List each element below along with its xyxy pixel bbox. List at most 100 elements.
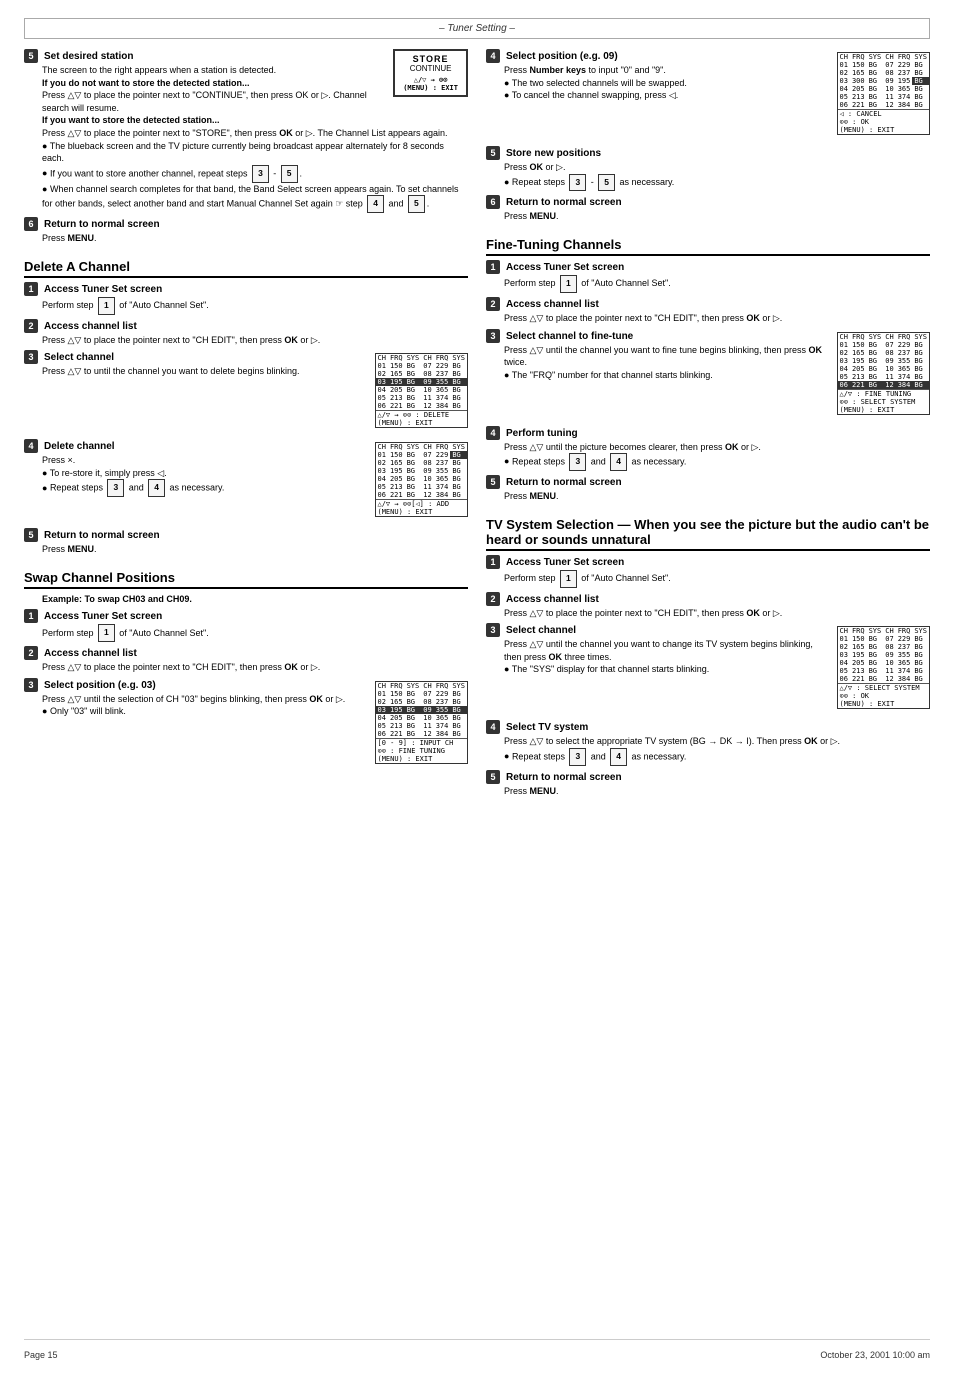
fine-step2-body: Press △▽ to place the pointer next to "C… xyxy=(504,312,930,325)
fine-tuning-title: Fine-Tuning Channels xyxy=(486,237,930,256)
delete-step4: CHFRQSYSCHFRQSYS 01150BG07229BG 02165BG0… xyxy=(24,439,468,524)
delete-step1-text: Perform step 1 of "Auto Channel Set". xyxy=(42,300,209,310)
delete-step3: CHFRQSYSCHFRQSYS 01150BG07229BG 02165BG0… xyxy=(24,350,468,435)
page-date: October 23, 2001 10:00 am xyxy=(820,1350,930,1360)
right-step5-body: Press OK or ▷. ● Repeat steps 3 - 5 as n… xyxy=(504,161,930,191)
delete-step2-body: Press △▽ to place the pointer next to "C… xyxy=(42,334,468,347)
right-step5-text: Press OK or ▷. xyxy=(504,162,565,172)
swap-step1-body: Perform step 1 of "Auto Channel Set". xyxy=(42,624,468,642)
swap-step1-text: Perform step 1 of "Auto Channel Set". xyxy=(42,628,209,638)
tv-step4-bullets: Repeat steps 3 and 4 as necessary. xyxy=(504,748,930,766)
swap-example: Example: To swap CH03 and CH09. xyxy=(42,593,468,606)
tv-step4-title: Select TV system xyxy=(506,722,588,733)
store-screen-box: STORE CONTINUE △/▽ → ⊙⊙(MENU) : EXIT xyxy=(393,49,468,100)
step6-num: 6 xyxy=(24,217,38,231)
tv-step5-body: Press MENU. xyxy=(504,785,930,798)
delete-step5-num: 5 xyxy=(24,528,38,542)
swap-step2-header: 2 Access channel list xyxy=(24,646,468,660)
delete-step5: 5 Return to normal screen Press MENU. xyxy=(24,528,468,556)
page-header: – Tuner Setting – xyxy=(24,18,930,39)
fine-step2-text: Press △▽ to place the pointer next to "C… xyxy=(504,313,782,323)
tv-screen1: CHFRQSYSCHFRQSYS 01150BG07229BG 02165BG0… xyxy=(837,623,931,712)
delete-step2-text: Press △▽ to place the pointer next to "C… xyxy=(42,335,320,345)
delete-step5-header: 5 Return to normal screen xyxy=(24,528,468,542)
page: – Tuner Setting – STORE CONTINUE △/▽ → ⊙… xyxy=(0,0,954,1378)
left-column: STORE CONTINUE △/▽ → ⊙⊙(MENU) : EXIT 5 S… xyxy=(24,49,468,1339)
right-step6-title: Return to normal screen xyxy=(506,197,622,208)
right-step4-select-pos: CHFRQSYSCHFRQSYS 01150BG07229BG 02165BG0… xyxy=(486,49,930,142)
swap-step3: CHFRQSYSCHFRQSYS 01150BG07229BG 02165BG0… xyxy=(24,678,468,771)
step5-num: 5 xyxy=(24,49,38,63)
step5-if-want-text: Press △▽ to place the pointer next to "S… xyxy=(42,128,448,138)
right-column: CHFRQSYSCHFRQSYS 01150BG07229BG 02165BG0… xyxy=(486,49,930,1339)
delete-step1-body: Perform step 1 of "Auto Channel Set". xyxy=(42,297,468,315)
tv-step3-text: Press △▽ until the channel you want to c… xyxy=(504,639,813,662)
tv-step4-body: Press △▽ to select the appropriate TV sy… xyxy=(504,735,930,765)
tv-step2-header: 2 Access channel list xyxy=(486,592,930,606)
tv-step3-num: 3 xyxy=(486,623,500,637)
fine-screen1: CHFRQSYSCHFRQSYS 01150BG07229BG 02165BG0… xyxy=(837,329,931,418)
delete-step3-header: 3 Select channel xyxy=(24,350,367,364)
tv-step2: 2 Access channel list Press △▽ to place … xyxy=(486,592,930,620)
tv-step4: 4 Select TV system Press △▽ to select th… xyxy=(486,720,930,765)
fine-step2-title: Access channel list xyxy=(506,299,599,310)
swap-step3-num: 3 xyxy=(24,678,38,692)
delete-step3-text: Press △▽ to until the channel you want t… xyxy=(42,366,300,376)
tv-step5-header: 5 Return to normal screen xyxy=(486,770,930,784)
delete-step4-header: 4 Delete channel xyxy=(24,439,367,453)
tv-step5-title: Return to normal screen xyxy=(506,772,622,783)
right-step6-body: Press MENU. xyxy=(504,210,930,223)
step5-desc: The screen to the right appears when a s… xyxy=(42,65,276,75)
tv-system-title: TV System Selection — When you see the p… xyxy=(486,517,930,551)
delete-step2-num: 2 xyxy=(24,319,38,333)
delete-step1-header: 1 Access Tuner Set screen xyxy=(24,282,468,296)
right-step5-header: 5 Store new positions xyxy=(486,146,930,160)
tv-step1-header: 1 Access Tuner Set screen xyxy=(486,555,930,569)
swap-step1-num: 1 xyxy=(24,609,38,623)
swap-step2: 2 Access channel list Press △▽ to place … xyxy=(24,646,468,674)
swap-step3-header: 3 Select position (e.g. 03) xyxy=(24,678,367,692)
delete-step5-body: Press MENU. xyxy=(42,543,468,556)
tv-step3-header: 3 Select channel xyxy=(486,623,829,637)
delete-screen2: CHFRQSYSCHFRQSYS 01150BG07229BG 02165BG0… xyxy=(375,439,469,520)
swap-channel-title: Swap Channel Positions xyxy=(24,570,468,589)
tv-step4-num: 4 xyxy=(486,720,500,734)
right-step4-header: 4 Select position (e.g. 09) xyxy=(486,49,829,63)
right-step6-text: Press MENU. xyxy=(504,211,559,221)
fine-step4-bullet1: Repeat steps 3 and 4 as necessary. xyxy=(504,453,930,471)
tv-step1-title: Access Tuner Set screen xyxy=(506,557,624,568)
fine-step4-num: 4 xyxy=(486,426,500,440)
right-step5-num: 5 xyxy=(486,146,500,160)
delete-step1: 1 Access Tuner Set screen Perform step 1… xyxy=(24,282,468,315)
fine-step4-title: Perform tuning xyxy=(506,428,578,439)
right-step5-store: 5 Store new positions Press OK or ▷. ● R… xyxy=(486,146,930,191)
tv-step2-text: Press △▽ to place the pointer next to "C… xyxy=(504,608,782,618)
swap-step2-title: Access channel list xyxy=(44,648,137,659)
fine-step5-body: Press MENU. xyxy=(504,490,930,503)
fine-step5-header: 5 Return to normal screen xyxy=(486,475,930,489)
step5-title: Set desired station xyxy=(44,51,133,62)
right-step6-return: 6 Return to normal screen Press MENU. xyxy=(486,195,930,223)
fine-step1: 1 Access Tuner Set screen Perform step 1… xyxy=(486,260,930,293)
fine-step1-body: Perform step 1 of "Auto Channel Set". xyxy=(504,275,930,293)
fine-step4-body: Press △▽ until the picture becomes clear… xyxy=(504,441,930,471)
swap-example-text: Example: To swap CH03 and CH09. xyxy=(42,594,192,604)
step5-header: 5 Set desired station xyxy=(24,49,385,63)
right-step4-text: Press Number keys to input "0" and "9". xyxy=(504,65,666,75)
delete-channel-title: Delete A Channel xyxy=(24,259,468,278)
delete-step4-text: Press ×. xyxy=(42,455,75,465)
fine-step5: 5 Return to normal screen Press MENU. xyxy=(486,475,930,503)
delete-step2-header: 2 Access channel list xyxy=(24,319,468,333)
delete-step5-text: Press MENU. xyxy=(42,544,97,554)
tv-step4-text: Press △▽ to select the appropriate TV sy… xyxy=(504,736,840,746)
fine-step2-header: 2 Access channel list xyxy=(486,297,930,311)
fine-step4: 4 Perform tuning Press △▽ until the pict… xyxy=(486,426,930,471)
delete-step3-title: Select channel xyxy=(44,352,114,363)
tv-step2-title: Access channel list xyxy=(506,594,599,605)
fine-step3: CHFRQSYSCHFRQSYS 01150BG07229BG 02165BG0… xyxy=(486,329,930,422)
delete-screen1: CHFRQSYSCHFRQSYS 01150BG07229BG 02165BG0… xyxy=(375,350,469,431)
fine-step1-num: 1 xyxy=(486,260,500,274)
tv-step5-num: 5 xyxy=(486,770,500,784)
right-step4-title: Select position (e.g. 09) xyxy=(506,51,618,62)
delete-step4-title: Delete channel xyxy=(44,441,115,452)
